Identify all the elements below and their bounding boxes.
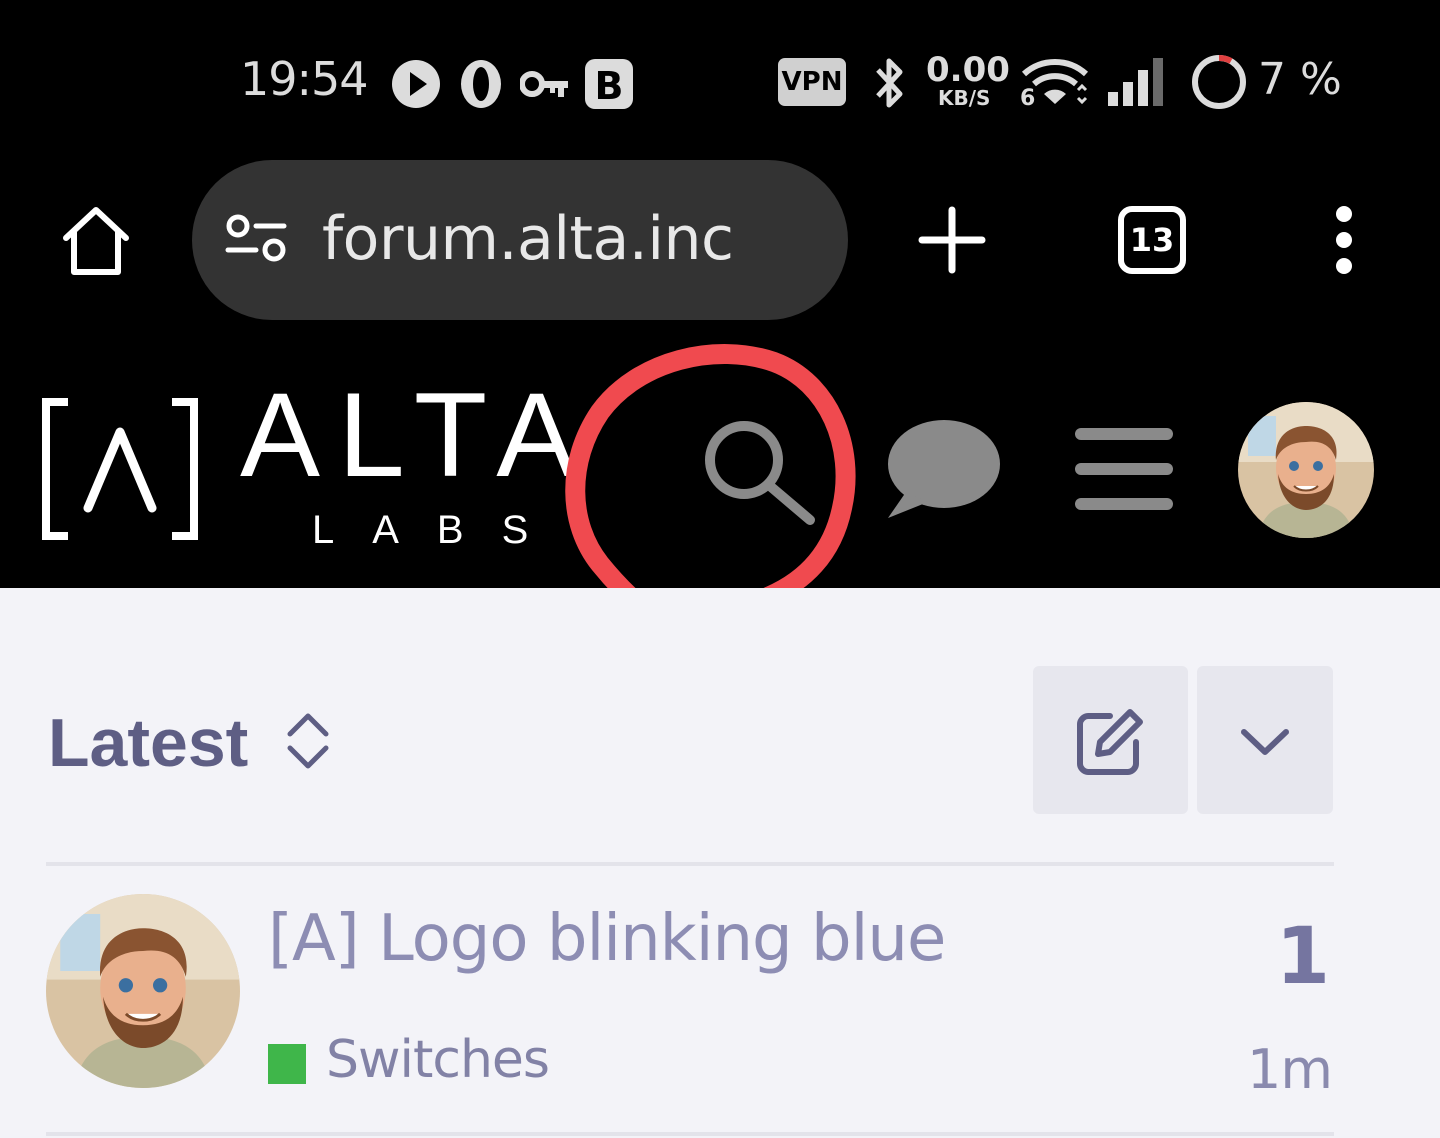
home-icon[interactable]: [58, 204, 134, 278]
battery-percent: 7 %: [1258, 54, 1342, 105]
opera-icon: [461, 60, 501, 108]
wifi-generation: 6: [1020, 86, 1036, 111]
bluetooth-icon: [876, 58, 903, 108]
filter-dropdown-label[interactable]: Latest: [48, 704, 248, 782]
brave-b-icon: B: [585, 59, 633, 109]
status-time: 19:54: [240, 52, 369, 106]
svg-text:B: B: [595, 64, 624, 108]
vpn-badge: VPN: [778, 58, 846, 106]
list-divider-bottom: [46, 1132, 1334, 1136]
category-color-swatch: [268, 1044, 306, 1084]
network-speed-value: 0.00: [926, 50, 1010, 90]
more-menu-icon[interactable]: [1328, 204, 1360, 276]
list-divider: [46, 862, 1334, 866]
network-speed-unit: KB/S: [938, 86, 991, 110]
key-icon: [520, 71, 568, 97]
site-settings-icon[interactable]: [224, 212, 288, 268]
sort-chevrons-icon[interactable]: [284, 710, 332, 772]
url-text[interactable]: forum.alta.inc: [322, 204, 734, 274]
play-icon: [392, 60, 440, 108]
topic-age[interactable]: 1m: [1247, 1038, 1333, 1101]
hamburger-menu-icon[interactable]: [1072, 424, 1176, 516]
logo-subtitle: LABS: [312, 508, 567, 552]
tabs-icon[interactable]: 13: [1118, 206, 1186, 274]
battery-ring-icon: [1192, 55, 1246, 109]
reply-count[interactable]: 1: [1276, 912, 1330, 1002]
signal-icon: [1108, 58, 1163, 106]
user-avatar[interactable]: [1238, 402, 1374, 538]
chat-icon[interactable]: [884, 418, 1002, 520]
new-tab-icon[interactable]: [918, 206, 986, 274]
category-badge[interactable]: Switches: [326, 1030, 550, 1090]
topic-author-avatar[interactable]: [46, 894, 240, 1088]
new-topic-icon[interactable]: [1074, 706, 1146, 778]
alta-logo-mark[interactable]: [42, 398, 198, 540]
logo-wordmark[interactable]: ALTA: [240, 375, 594, 495]
topic-title-link[interactable]: [A] Logo blinking blue: [268, 902, 946, 976]
chevron-down-icon[interactable]: [1238, 724, 1292, 760]
